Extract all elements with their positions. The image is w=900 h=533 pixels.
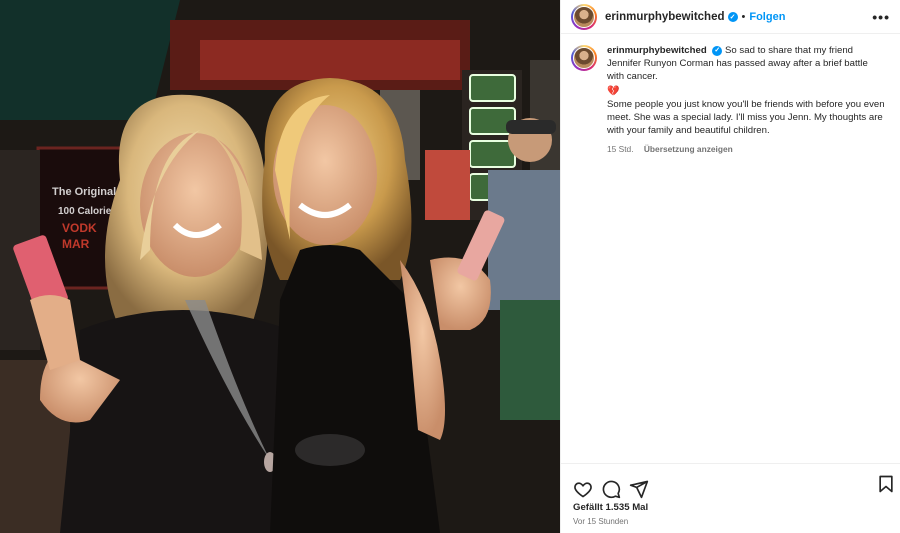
caption-body: erinmurphybewitched ✓ So sad to share th…: [607, 44, 887, 156]
paper-plane-icon[interactable]: [629, 479, 649, 499]
action-bar: [561, 463, 900, 503]
caption: erinmurphybewitched ✓ So sad to share th…: [561, 34, 900, 156]
translate-link[interactable]: Übersetzung anzeigen: [644, 144, 733, 154]
svg-text:MAR: MAR: [62, 237, 90, 251]
verified-badge-icon: ✓: [727, 11, 738, 22]
caption-avatar[interactable]: [571, 45, 597, 71]
broken-heart-emoji: 💔: [607, 86, 620, 97]
bookmark-icon[interactable]: [876, 474, 896, 494]
like-count[interactable]: Gefällt 1.535 Mal: [573, 502, 648, 513]
post-header: erinmurphybewitched ✓ • Folgen •••: [561, 0, 900, 34]
svg-text:100 Calorie: 100 Calorie: [58, 206, 112, 217]
avatar-image: [573, 5, 595, 28]
avatar[interactable]: [571, 3, 597, 30]
caption-avatar-image: [573, 47, 595, 69]
svg-text:VODK: VODK: [62, 221, 97, 235]
caption-age: 15 Std.: [607, 144, 634, 154]
caption-text-2: Some people you just know you'll be frie…: [607, 99, 885, 136]
caption-username-link[interactable]: erinmurphybewitched: [607, 45, 707, 56]
caption-meta: 15 Std. Übersetzung anzeigen: [607, 143, 887, 156]
heart-icon[interactable]: [573, 479, 593, 499]
username-link[interactable]: erinmurphybewitched: [605, 11, 725, 23]
post-timestamp[interactable]: Vor 15 Stunden: [573, 517, 628, 526]
post-sidebar: erinmurphybewitched ✓ • Folgen ••• erinm…: [560, 0, 900, 533]
more-options-icon[interactable]: •••: [872, 9, 890, 25]
photo-illustration: The Original 100 Calorie VODK MAR: [0, 0, 560, 533]
caption-verified-badge-icon: ✓: [712, 45, 723, 56]
follow-button[interactable]: Folgen: [749, 11, 785, 23]
svg-text:The Original: The Original: [52, 186, 116, 198]
post-photo[interactable]: The Original 100 Calorie VODK MAR: [0, 0, 560, 533]
comment-icon[interactable]: [601, 479, 621, 499]
separator-dot: •: [741, 10, 746, 23]
